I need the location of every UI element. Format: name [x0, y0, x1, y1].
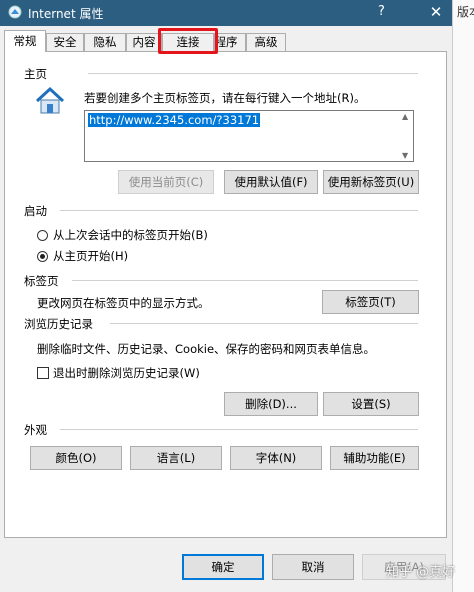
radio-selected-dot: [40, 254, 45, 259]
fonts-button[interactable]: 字体(N): [230, 446, 322, 470]
languages-button[interactable]: 语言(L): [130, 446, 222, 470]
startup-homepage-radio[interactable]: [37, 251, 48, 262]
use-current-button[interactable]: 使用当前页(C): [118, 170, 214, 194]
help-button[interactable]: ?: [378, 4, 385, 19]
tabs-divider: [72, 280, 418, 281]
history-section-label: 浏览历史记录: [24, 317, 93, 331]
delete-on-exit-checkbox[interactable]: [37, 367, 49, 379]
history-description: 删除临时文件、历史记录、Cookie、保存的密码和网页表单信息。: [37, 342, 376, 356]
cancel-button[interactable]: 取消: [272, 554, 354, 580]
startup-last-session-label[interactable]: 从上次会话中的标签页开始(B): [53, 227, 208, 243]
internet-options-icon: [8, 5, 22, 19]
history-divider: [110, 323, 418, 324]
scroll-up-icon[interactable]: ▲: [402, 112, 408, 121]
appearance-section-label: 外观: [24, 423, 47, 437]
accessibility-button[interactable]: 辅助功能(E): [330, 446, 419, 470]
background-window: 版本: [452, 0, 474, 592]
use-new-tab-button[interactable]: 使用新标签页(U): [323, 170, 419, 194]
highlight-box: [158, 28, 218, 54]
delete-on-exit-label[interactable]: 退出时删除浏览历史记录(W): [53, 365, 200, 381]
tab-programs[interactable]: 程序: [214, 33, 246, 51]
delete-history-button[interactable]: 删除(D)...: [224, 392, 318, 416]
tab-advanced[interactable]: 高级: [246, 33, 286, 51]
use-default-button[interactable]: 使用默认值(F): [224, 170, 318, 194]
tab-strip: 常规 安全 隐私 内容 连接 程序 高级: [0, 30, 452, 52]
startup-divider: [60, 210, 418, 211]
title-bar: Internet 属性 ? ✕: [0, 0, 474, 26]
home-section-label: 主页: [24, 67, 47, 81]
startup-homepage-label[interactable]: 从主页开始(H): [53, 248, 128, 264]
homepage-url-input[interactable]: http://www.2345.com/?33171 ▲ ▼: [84, 110, 414, 162]
tab-security[interactable]: 安全: [46, 33, 84, 51]
url-scrollbar[interactable]: ▲ ▼: [399, 111, 413, 161]
history-settings-button[interactable]: 设置(S): [323, 392, 419, 416]
window-title: Internet 属性: [28, 7, 104, 21]
colors-button[interactable]: 颜色(O): [30, 446, 122, 470]
watermark: 知乎 @真好: [386, 565, 456, 580]
tab-general[interactable]: 常规: [4, 30, 46, 52]
home-icon: [35, 86, 65, 114]
ok-button[interactable]: 确定: [182, 554, 264, 580]
close-button[interactable]: ✕: [419, 0, 453, 26]
background-text: 版本: [457, 5, 474, 19]
tab-content[interactable]: 内容: [126, 33, 162, 51]
tab-privacy[interactable]: 隐私: [84, 33, 126, 51]
home-divider: [88, 73, 418, 74]
scroll-down-icon[interactable]: ▼: [402, 151, 408, 160]
tabs-section-label: 标签页: [24, 274, 59, 288]
homepage-url-text: http://www.2345.com/?33171: [88, 113, 261, 127]
home-instruction: 若要创建多个主页标签页，请在每行键入一个地址(R)。: [84, 91, 366, 105]
appearance-divider: [60, 429, 418, 430]
tabs-settings-button[interactable]: 标签页(T): [322, 290, 419, 314]
startup-last-session-radio[interactable]: [37, 230, 48, 241]
tabs-description: 更改网页在标签页中的显示方式。: [37, 296, 210, 310]
startup-section-label: 启动: [24, 204, 47, 218]
